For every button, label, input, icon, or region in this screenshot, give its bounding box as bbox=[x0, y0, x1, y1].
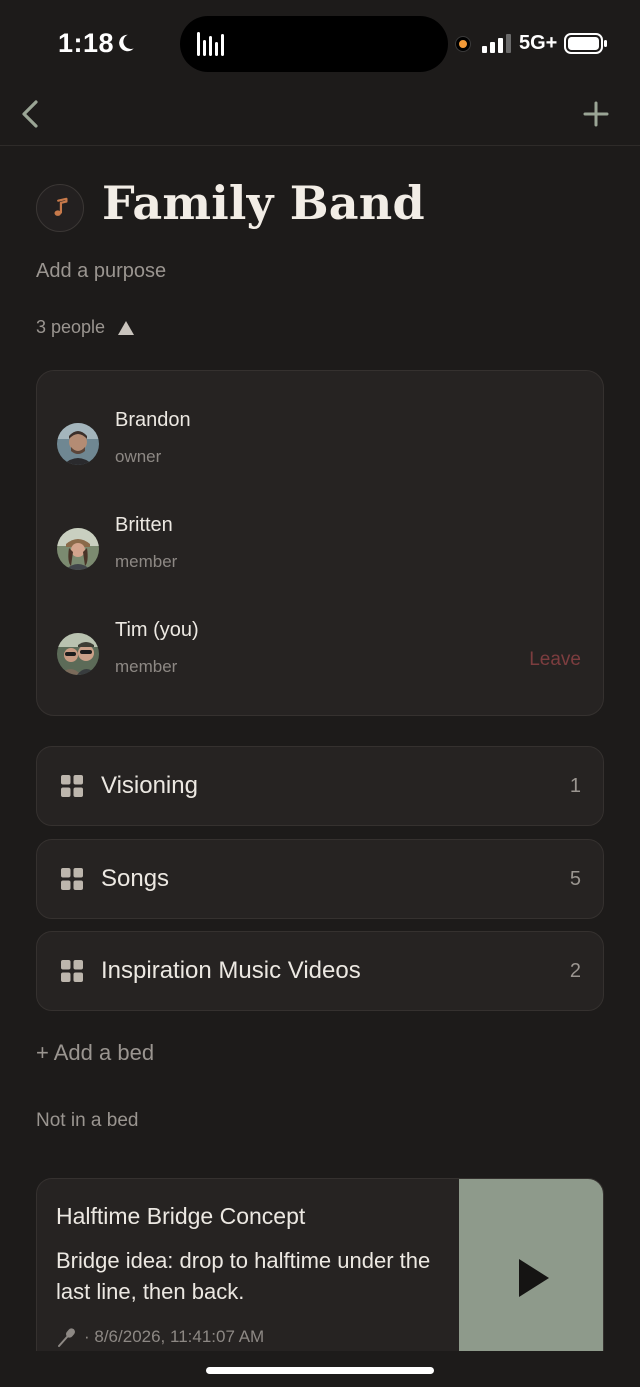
member-name: Britten bbox=[115, 514, 173, 536]
triangle-up-icon bbox=[118, 320, 135, 335]
grid-icon bbox=[61, 960, 83, 982]
play-button[interactable] bbox=[459, 1179, 603, 1377]
orange-dot-indicator bbox=[456, 37, 470, 51]
avatar bbox=[57, 528, 99, 570]
member-name: Brandon bbox=[115, 409, 191, 431]
member-row[interactable]: Brandon owner bbox=[37, 407, 603, 479]
member-role: member bbox=[115, 657, 178, 676]
bed-item[interactable]: Visioning 1 bbox=[36, 746, 604, 826]
grid-icon bbox=[61, 868, 83, 890]
status-bar: 1:18 5G+ bbox=[0, 0, 640, 88]
member-row[interactable]: Britten member bbox=[37, 512, 603, 584]
nav-bar bbox=[0, 88, 640, 146]
members-card: Brandon owner Britten member Tim (you) m… bbox=[36, 370, 604, 716]
chevron-left-icon bbox=[22, 100, 38, 128]
add-button[interactable] bbox=[580, 98, 612, 130]
member-row[interactable]: Tim (you) member Leave bbox=[37, 617, 603, 689]
bed-count: 2 bbox=[569, 960, 581, 982]
status-time: 1:18 bbox=[58, 28, 115, 58]
people-count-label: 3 people bbox=[36, 317, 106, 337]
bed-label: Songs bbox=[101, 865, 170, 892]
item-timestamp: · 8/6/2026, 11:41:07 AM bbox=[84, 1327, 265, 1346]
member-name: Tim (you) bbox=[115, 619, 199, 641]
member-role: member bbox=[115, 552, 178, 571]
page-title: Family Band bbox=[102, 176, 425, 230]
member-role: owner bbox=[115, 447, 162, 466]
add-purpose-field[interactable]: Add a purpose bbox=[36, 260, 166, 283]
music-note-icon bbox=[54, 197, 68, 216]
back-button[interactable] bbox=[14, 94, 50, 134]
bed-item[interactable]: Songs 5 bbox=[36, 839, 604, 919]
plus-icon bbox=[583, 101, 609, 127]
grid-icon bbox=[61, 775, 83, 797]
play-icon bbox=[519, 1259, 549, 1297]
add-bed-button[interactable]: + Add a bed bbox=[36, 1040, 154, 1066]
avatar bbox=[57, 633, 99, 675]
bed-label: Visioning bbox=[101, 772, 198, 799]
bed-count: 5 bbox=[569, 868, 581, 890]
item-title: Halftime Bridge Concept bbox=[56, 1203, 306, 1229]
signal-icon bbox=[482, 34, 511, 53]
microphone-icon bbox=[58, 1328, 75, 1347]
bed-label: Inspiration Music Videos bbox=[101, 957, 361, 984]
group-icon-badge[interactable] bbox=[36, 184, 84, 232]
moon-icon bbox=[119, 34, 134, 52]
bed-count: 1 bbox=[569, 775, 581, 797]
bed-item[interactable]: Inspiration Music Videos 2 bbox=[36, 931, 604, 1011]
home-indicator[interactable] bbox=[206, 1367, 434, 1374]
network-type: 5G+ bbox=[519, 32, 558, 54]
battery-icon bbox=[564, 33, 607, 54]
section-heading-not-in-bed: Not in a bed bbox=[36, 1110, 139, 1131]
avatar bbox=[57, 423, 99, 465]
leave-button[interactable]: Leave bbox=[529, 649, 581, 671]
audio-bars-icon bbox=[197, 32, 224, 56]
item-body: Bridge idea: drop to halftime under the … bbox=[56, 1248, 431, 1304]
item-card[interactable]: Halftime Bridge Concept Bridge idea: dro… bbox=[36, 1178, 604, 1378]
people-toggle[interactable]: 3 people bbox=[36, 317, 135, 338]
item-meta: · 8/6/2026, 11:41:07 AM bbox=[56, 1327, 264, 1347]
